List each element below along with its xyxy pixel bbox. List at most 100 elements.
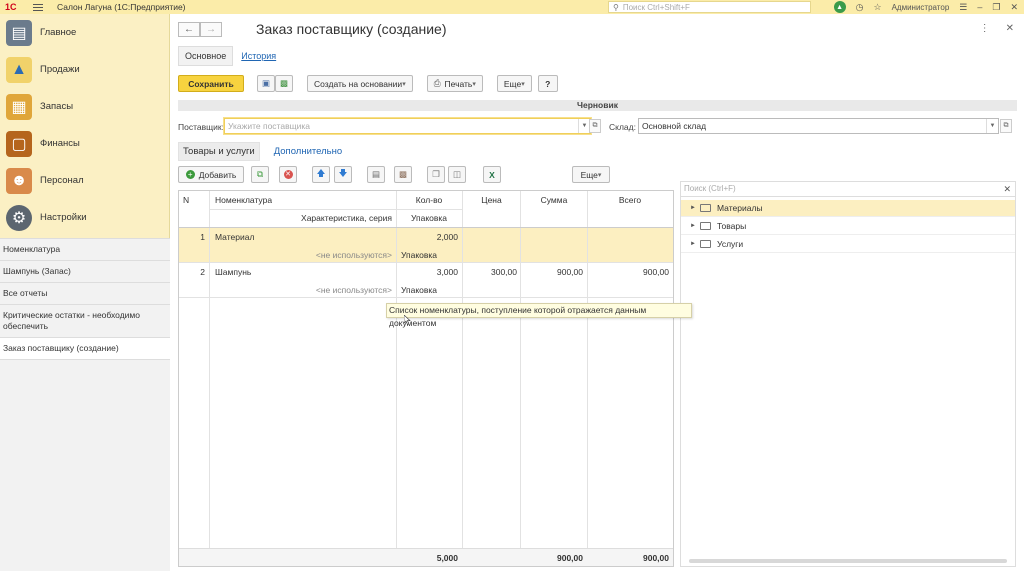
printer-icon: ⎙ bbox=[433, 78, 441, 88]
help-button[interactable]: ? bbox=[537, 75, 558, 92]
section-staff[interactable]: ☻ Персонал bbox=[0, 162, 169, 199]
row-item[interactable]: Шампунь bbox=[215, 267, 251, 277]
clear-icon[interactable]: ✕ bbox=[1003, 182, 1011, 196]
folder-icon bbox=[700, 222, 711, 230]
copy-icon[interactable]: ❐ bbox=[427, 166, 445, 183]
opened-item[interactable]: Все отчеты bbox=[0, 283, 170, 305]
favorites-icon[interactable]: ☆ bbox=[873, 2, 881, 13]
opened-item[interactable]: Шампунь (Запас) bbox=[0, 261, 170, 283]
expand-icon[interactable]: ► bbox=[690, 223, 700, 229]
header-total[interactable]: Всего bbox=[589, 195, 671, 205]
tab-additional[interactable]: Дополнительно bbox=[274, 146, 342, 157]
header-price[interactable]: Цена bbox=[464, 195, 519, 205]
section-main[interactable]: ▤ Главное bbox=[0, 14, 169, 51]
pick-icon[interactable]: ▩ bbox=[394, 166, 412, 183]
tree-item-label: Материалы bbox=[717, 203, 763, 213]
supplier-field[interactable]: Укажите поставщика ▼ bbox=[224, 118, 591, 134]
section-label: Настройки bbox=[40, 212, 87, 223]
barcode-icon[interactable]: ▤ bbox=[367, 166, 385, 183]
title-bar-actions: ▲ ◷ ☆ Администратор ☰ – ❐ ✕ bbox=[833, 0, 1018, 14]
table-more-button[interactable]: Еще bbox=[572, 166, 610, 183]
add-button[interactable]: + Добавить bbox=[178, 166, 244, 183]
header-sum[interactable]: Сумма bbox=[522, 195, 586, 205]
catalog-search-placeholder: Поиск (Ctrl+F) bbox=[684, 184, 736, 193]
user-name[interactable]: Администратор bbox=[892, 3, 950, 12]
table-toolbar: + Добавить ⧉ ✕ 🡅 🡇 ▤ ▩ ❐ ◫ X Еще bbox=[178, 166, 673, 184]
move-down-icon[interactable]: 🡇 bbox=[334, 166, 352, 183]
section-label: Персонал bbox=[40, 175, 84, 186]
global-search-input[interactable]: ⚲ Поиск Ctrl+Shift+F bbox=[608, 1, 811, 13]
restore-icon[interactable]: ❐ bbox=[992, 2, 1000, 13]
history-icon[interactable]: ◷ bbox=[856, 2, 864, 13]
row-characteristic[interactable]: <не используются> bbox=[215, 250, 392, 260]
open-supplier-icon[interactable]: ⧉ bbox=[589, 119, 601, 133]
global-search-placeholder: Поиск Ctrl+Shift+F bbox=[622, 2, 690, 12]
row-total[interactable]: 900,00 bbox=[589, 267, 669, 277]
catalog-search-input[interactable]: Поиск (Ctrl+F) ✕ bbox=[681, 182, 1015, 197]
header-characteristic[interactable]: Характеристика, серия bbox=[215, 213, 392, 223]
section-settings[interactable]: ⚙ Настройки bbox=[0, 199, 169, 236]
row-sum[interactable]: 900,00 bbox=[522, 267, 583, 277]
opened-item[interactable]: Критические остатки - необходимо обеспеч… bbox=[0, 305, 170, 338]
more-vertical-icon[interactable]: ⋮ bbox=[980, 23, 990, 34]
settings-menu-icon[interactable]: ☰ bbox=[959, 2, 967, 13]
warehouse-field[interactable]: Основной склад ▼ bbox=[638, 118, 999, 134]
row-item[interactable]: Материал bbox=[215, 232, 254, 242]
header-fields: Поставщик: Укажите поставщика ▼ ⧉ Склад:… bbox=[178, 118, 1018, 134]
tooltip: Список номенклатуры, поступление которой… bbox=[386, 303, 692, 328]
tab-goods-services[interactable]: Товары и услуги bbox=[178, 141, 260, 161]
row-n[interactable]: 1 bbox=[183, 232, 205, 242]
paste-icon[interactable]: ◫ bbox=[448, 166, 466, 183]
excel-icon[interactable]: X bbox=[483, 166, 501, 183]
horizontal-scrollbar[interactable] bbox=[689, 559, 1007, 563]
row-pack[interactable]: Упаковка bbox=[401, 285, 437, 295]
row-characteristic[interactable]: <не используются> bbox=[215, 285, 392, 295]
menu-icon[interactable] bbox=[33, 3, 43, 11]
section-sales[interactable]: ▲ Продажи bbox=[0, 51, 169, 88]
staff-icon: ☻ bbox=[6, 167, 32, 194]
footer-sum: 900,00 bbox=[557, 553, 583, 563]
save-button[interactable]: Сохранить bbox=[178, 75, 244, 92]
open-warehouse-icon[interactable]: ⧉ bbox=[1000, 119, 1012, 133]
tree-item[interactable]: ► Услуги bbox=[681, 236, 1015, 253]
expand-icon[interactable]: ► bbox=[690, 205, 700, 211]
save-icon-button[interactable]: ▣ bbox=[257, 75, 275, 92]
row-qty[interactable]: 3,000 bbox=[398, 267, 458, 277]
tab-history[interactable]: История bbox=[241, 51, 276, 61]
close-window-icon[interactable]: ✕ bbox=[1010, 2, 1018, 13]
form-toolbar: Сохранить ▣ ▩ Создать на основании ⎙Печа… bbox=[178, 75, 558, 92]
app-logo: 1С bbox=[5, 2, 17, 12]
close-form-icon[interactable]: ✕ bbox=[1006, 23, 1014, 34]
delete-icon[interactable]: ✕ bbox=[279, 166, 297, 183]
row-n[interactable]: 2 bbox=[183, 267, 205, 277]
print-button[interactable]: ⎙ Печать bbox=[426, 75, 483, 92]
minimize-icon[interactable]: – bbox=[977, 2, 982, 12]
create-based-button[interactable]: Создать на основании bbox=[307, 75, 413, 92]
section-stock[interactable]: ▦ Запасы bbox=[0, 88, 169, 125]
back-icon[interactable]: ← bbox=[178, 22, 200, 37]
header-qty[interactable]: Кол-во bbox=[398, 195, 460, 205]
forward-icon[interactable]: → bbox=[200, 22, 222, 37]
opened-item[interactable]: Номенклатура bbox=[0, 239, 170, 261]
post-icon-button[interactable]: ▩ bbox=[275, 75, 293, 92]
header-n[interactable]: N bbox=[183, 195, 189, 205]
move-up-icon[interactable]: 🡅 bbox=[312, 166, 330, 183]
expand-icon[interactable]: ► bbox=[690, 241, 700, 247]
tab-main[interactable]: Основное bbox=[178, 46, 234, 66]
tree-item[interactable]: ► Материалы bbox=[681, 200, 1015, 217]
header-pack[interactable]: Упаковка bbox=[398, 213, 460, 223]
tree-item[interactable]: ► Товары bbox=[681, 218, 1015, 235]
notifications-icon[interactable]: ▲ bbox=[833, 1, 846, 13]
chevron-down-icon[interactable]: ▼ bbox=[986, 119, 998, 133]
opened-item-active[interactable]: Заказ поставщику (создание) bbox=[0, 338, 170, 360]
section-finance[interactable]: ▢ Финансы bbox=[0, 125, 169, 162]
more-button[interactable]: Еще bbox=[496, 75, 532, 92]
section-label: Запасы bbox=[40, 101, 74, 112]
header-subdivider bbox=[209, 209, 463, 210]
row-pack[interactable]: Упаковка bbox=[401, 250, 437, 260]
table-footer: 5,000 900,00 900,00 bbox=[179, 548, 673, 566]
copy-row-icon[interactable]: ⧉ bbox=[251, 166, 269, 183]
row-qty[interactable]: 2,000 bbox=[398, 232, 458, 242]
header-item[interactable]: Номенклатура bbox=[215, 195, 272, 205]
row-price[interactable]: 300,00 bbox=[464, 267, 517, 277]
